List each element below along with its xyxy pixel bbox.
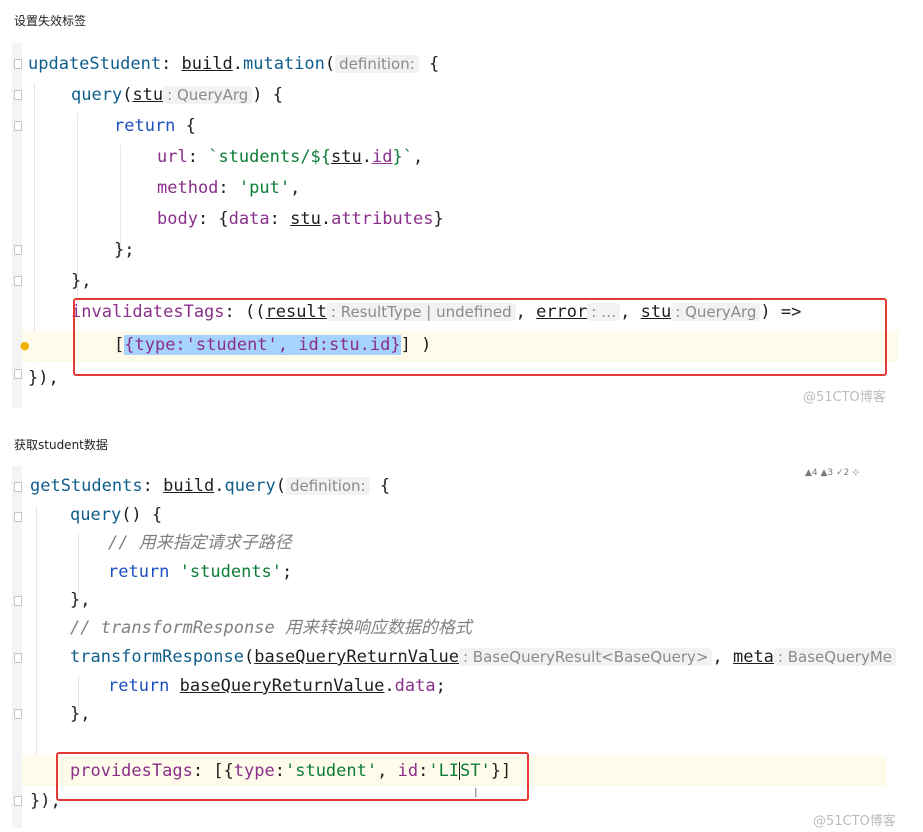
- code-line: body: {data: stu.attributes}: [157, 209, 444, 229]
- code-line: transformResponse(baseQueryReturnValue: …: [70, 642, 897, 673]
- code-line: return {: [114, 116, 196, 136]
- watermark: @51CTO博客: [813, 814, 896, 829]
- code-line: query(stu: QueryArg) {: [71, 85, 283, 105]
- fold-icon[interactable]: [14, 369, 22, 379]
- watermark: @51CTO博客: [803, 390, 886, 405]
- mouse-cursor-icon: I: [474, 786, 478, 800]
- code-line: updateStudent: build.mutation(definition…: [28, 54, 440, 74]
- code-line: method: 'put',: [157, 178, 301, 198]
- highlight-box-provides: [56, 752, 529, 801]
- code-line: url: `students/${stu.id}`,: [157, 147, 424, 167]
- highlight-box-invalidates: [73, 298, 887, 376]
- code-line: }),: [28, 368, 59, 388]
- code-line: // transformResponse 用来转换响应数据的格式: [70, 618, 472, 638]
- code-line: return baseQueryReturnValue.data;: [108, 676, 446, 696]
- code-line: },: [70, 590, 91, 610]
- lightbulb-icon[interactable]: ●: [20, 339, 30, 352]
- code-line: };: [114, 240, 135, 260]
- code-block: getStudents: build.query(definition: { q…: [12, 466, 897, 811]
- code-line: // 用来指定请求子路径: [108, 533, 292, 553]
- code-line: getStudents: build.query(definition: {: [30, 476, 391, 496]
- code-line: },: [70, 704, 91, 724]
- code-line: return 'students';: [108, 562, 293, 582]
- section1-heading: 设置失效标签: [14, 14, 87, 28]
- section2-heading: 获取student数据: [14, 438, 108, 452]
- code-block: updateStudent: build.mutation(definition…: [12, 43, 899, 388]
- code-line: },: [71, 271, 92, 291]
- fold-icon[interactable]: [14, 796, 22, 806]
- code-line: query() {: [70, 505, 163, 525]
